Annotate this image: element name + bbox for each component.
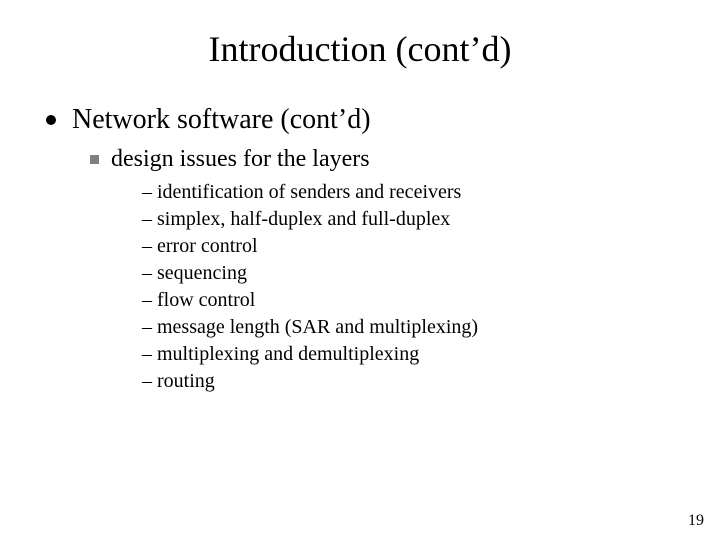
l3-item: – sequencing — [142, 260, 720, 287]
bullet-level-1: Network software (cont’d) — [46, 104, 720, 136]
disc-bullet-icon — [46, 115, 56, 125]
page-number: 19 — [688, 512, 704, 530]
bullet-level-3-group: – identification of senders and receiver… — [142, 179, 720, 395]
l2-text: design issues for the layers — [111, 146, 370, 173]
slide-title: Introduction (cont’d) — [0, 0, 720, 80]
l3-item: – identification of senders and receiver… — [142, 179, 720, 206]
l1-text: Network software (cont’d) — [72, 104, 371, 136]
square-bullet-icon — [90, 155, 99, 164]
l3-item: – error control — [142, 233, 720, 260]
l3-item: – routing — [142, 368, 720, 395]
l3-item: – multiplexing and demultiplexing — [142, 341, 720, 368]
l3-item: – message length (SAR and multiplexing) — [142, 314, 720, 341]
slide-content: Network software (cont’d) design issues … — [0, 80, 720, 395]
slide: Introduction (cont’d) Network software (… — [0, 0, 720, 540]
bullet-level-2: design issues for the layers — [90, 146, 720, 173]
l3-item: – flow control — [142, 287, 720, 314]
l3-item: – simplex, half-duplex and full-duplex — [142, 206, 720, 233]
